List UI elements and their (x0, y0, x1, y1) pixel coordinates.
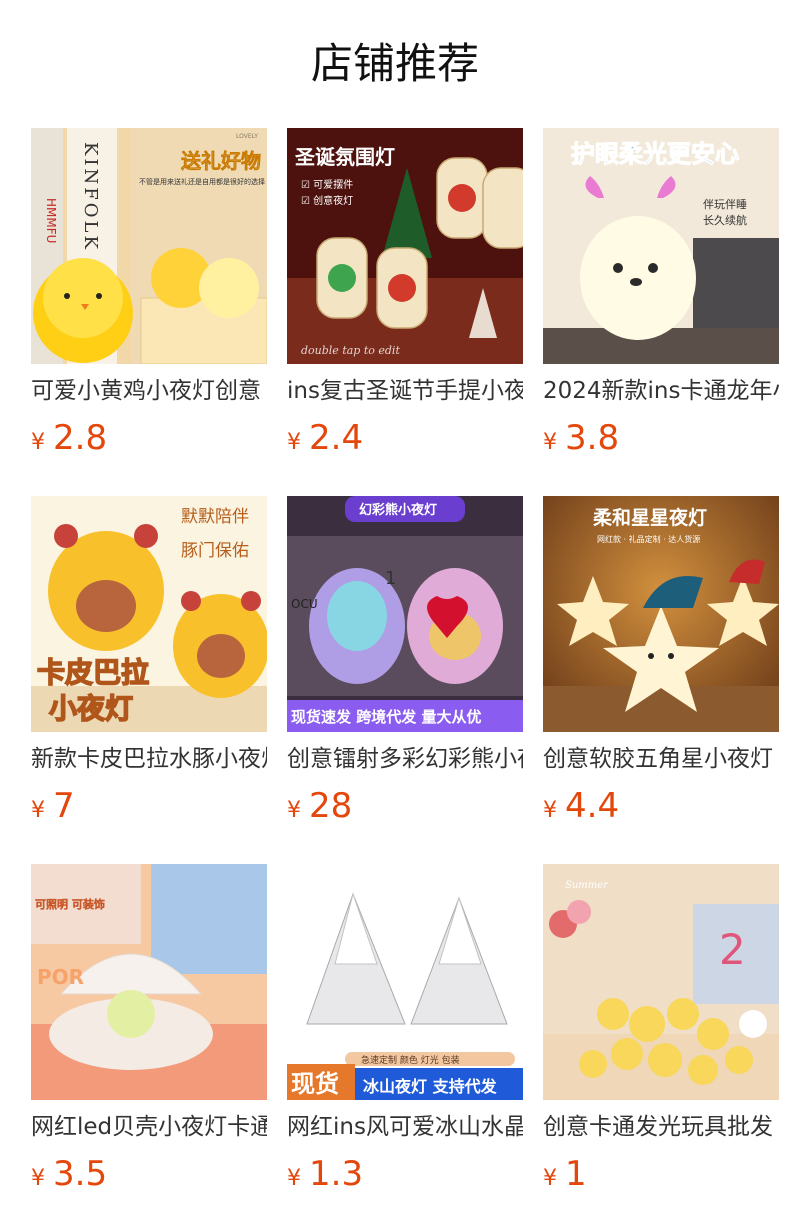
product-image[interactable]: 可照明 可装饰 POR (31, 864, 267, 1100)
currency-symbol: ¥ (31, 1166, 45, 1191)
product-name[interactable]: 新款卡皮巴拉水豚小夜灯 (31, 744, 267, 774)
product-price: ¥2.8 (31, 416, 267, 460)
page-title: 店铺推荐 (310, 39, 479, 88)
image-text: 可照明 可装饰 (35, 897, 105, 911)
image-text: 伴玩伴睡 (703, 198, 747, 211)
currency-symbol: ¥ (543, 430, 557, 455)
image-text: 默默陪伴 (181, 507, 249, 527)
image-text: 圣诞氛围灯 (295, 145, 395, 169)
product-name[interactable]: 网红ins风可爱冰山水晶小夜灯 (287, 1112, 523, 1142)
price-value: 3.5 (53, 1154, 108, 1194)
product-name[interactable]: 创意软胶五角星小夜灯 (543, 744, 779, 774)
product-image[interactable]: 2 Summer (543, 864, 779, 1100)
product-price: ¥1.3 (287, 1152, 523, 1196)
price-value: 1.3 (309, 1154, 364, 1194)
product-name[interactable]: 2024新款ins卡通龙年小夜灯 (543, 376, 779, 406)
product-card[interactable]: 幻彩熊小夜灯 1 OCU 现货速发 跨境代发 量大从优 创意镭射多彩幻彩熊小夜灯… (287, 496, 523, 826)
product-name[interactable]: 网红led贝壳小夜灯卡通 (31, 1112, 267, 1142)
product-name[interactable]: 创意卡通发光玩具批发 (543, 1112, 779, 1142)
image-text: 1 (385, 568, 396, 589)
image-text: 豚门保佑 (181, 541, 249, 561)
image-text: KINFOLK (80, 142, 101, 252)
image-text: LOVELY (236, 133, 258, 140)
image-text: 卡皮巴拉 (37, 656, 149, 689)
image-text: 现货 (291, 1070, 339, 1098)
product-name[interactable]: 创意镭射多彩幻彩熊小夜灯 (287, 744, 523, 774)
currency-symbol: ¥ (31, 430, 45, 455)
image-text: 网红款 · 礼品定制 · 达人货源 (597, 534, 700, 544)
image-text: ☑ 创意夜灯 (301, 194, 353, 207)
image-text: 幻彩熊小夜灯 (359, 502, 437, 518)
product-image[interactable]: 圣诞氛围灯 ☑ 可爱摆件 ☑ 创意夜灯 double tap to edit (287, 128, 523, 364)
product-image[interactable]: 柔和星星夜灯 网红款 · 礼品定制 · 达人货源 (543, 496, 779, 732)
image-text: 长久续航 (703, 213, 747, 227)
price-value: 2.4 (309, 418, 364, 458)
product-image[interactable]: 急速定制 颜色 灯光 包装 现货 冰山夜灯 支持代发 (287, 864, 523, 1100)
price-value: 2.8 (53, 418, 108, 458)
product-card[interactable]: 2 Summer 创意卡通发光玩具批发 ¥1 (543, 864, 779, 1194)
currency-symbol: ¥ (31, 798, 45, 823)
price-value: 1 (565, 1154, 587, 1194)
image-text: 小夜灯 (49, 692, 133, 725)
product-price: ¥4.4 (543, 784, 779, 828)
product-price: ¥3.8 (543, 416, 779, 460)
image-text: HMMFU (44, 198, 58, 243)
currency-symbol: ¥ (543, 1166, 557, 1191)
image-text: 护眼柔光更安心 (571, 140, 739, 168)
image-text: double tap to edit (301, 344, 400, 357)
product-card[interactable]: 柔和星星夜灯 网红款 · 礼品定制 · 达人货源 创意软胶五角星小夜灯 ¥4.4 (543, 496, 779, 826)
product-card[interactable]: HMMFU KINFOLK 送礼好物 不管是用来送礼还是自用都是很好的选择 LO… (31, 128, 267, 458)
price-value: 28 (309, 786, 353, 826)
currency-symbol: ¥ (287, 1166, 301, 1191)
image-text: 不管是用来送礼还是自用都是很好的选择 (139, 177, 265, 186)
product-image[interactable]: 护眼柔光更安心 伴玩伴睡 长久续航 (543, 128, 779, 364)
product-card[interactable]: 可照明 可装饰 POR 网红led贝壳小夜灯卡通 ¥3.5 (31, 864, 267, 1194)
product-image[interactable]: 幻彩熊小夜灯 1 OCU 现货速发 跨境代发 量大从优 (287, 496, 523, 732)
product-card[interactable]: 护眼柔光更安心 伴玩伴睡 长久续航 2024新款ins卡通龙年小夜灯 ¥3.8 (543, 128, 779, 458)
image-text: ☑ 可爱摆件 (301, 178, 353, 191)
image-text: 柔和星星夜灯 (593, 506, 707, 529)
product-price: ¥3.5 (31, 1152, 267, 1196)
image-text: 送礼好物 (181, 149, 261, 173)
product-card[interactable]: 圣诞氛围灯 ☑ 可爱摆件 ☑ 创意夜灯 double tap to edit i… (287, 128, 523, 458)
product-card[interactable]: 急速定制 颜色 灯光 包装 现货 冰山夜灯 支持代发 网红ins风可爱冰山水晶小… (287, 864, 523, 1194)
currency-symbol: ¥ (287, 798, 301, 823)
product-image[interactable]: HMMFU KINFOLK 送礼好物 不管是用来送礼还是自用都是很好的选择 LO… (31, 128, 267, 364)
product-name[interactable]: 可爱小黄鸡小夜灯创意 (31, 376, 267, 406)
image-text: 2 (719, 925, 746, 974)
image-text: 急速定制 颜色 灯光 包装 (361, 1054, 460, 1066)
image-text: 冰山夜灯 支持代发 (363, 1077, 498, 1096)
price-value: 7 (53, 786, 75, 826)
currency-symbol: ¥ (543, 798, 557, 823)
product-image[interactable]: 默默陪伴 豚门保佑 卡皮巴拉 小夜灯 (31, 496, 267, 732)
image-text: OCU (291, 597, 318, 611)
currency-symbol: ¥ (287, 430, 301, 455)
price-value: 3.8 (565, 418, 620, 458)
price-value: 4.4 (565, 786, 620, 826)
image-text: POR (37, 965, 84, 989)
product-price: ¥7 (31, 784, 267, 828)
product-price: ¥28 (287, 784, 523, 828)
product-name[interactable]: ins复古圣诞节手提小夜灯 (287, 376, 523, 406)
product-price: ¥1 (543, 1152, 779, 1196)
image-text: 现货速发 跨境代发 量大从优 (291, 708, 481, 726)
image-text: Summer (565, 880, 609, 891)
product-card[interactable]: 默默陪伴 豚门保佑 卡皮巴拉 小夜灯 新款卡皮巴拉水豚小夜灯 ¥7 (31, 496, 267, 826)
product-price: ¥2.4 (287, 416, 523, 460)
